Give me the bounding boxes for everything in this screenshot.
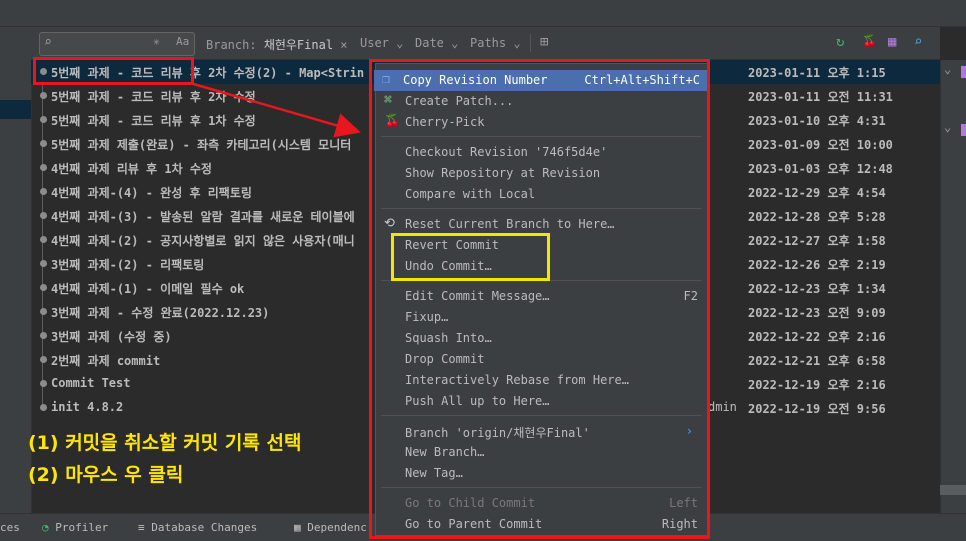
annotation-arrow [189, 81, 361, 138]
annotation-step-1: (1) 커밋을 취소할 커밋 기록 선택 [28, 432, 302, 454]
annotation-step-2: (2) 마우스 우 클릭 [28, 464, 184, 486]
